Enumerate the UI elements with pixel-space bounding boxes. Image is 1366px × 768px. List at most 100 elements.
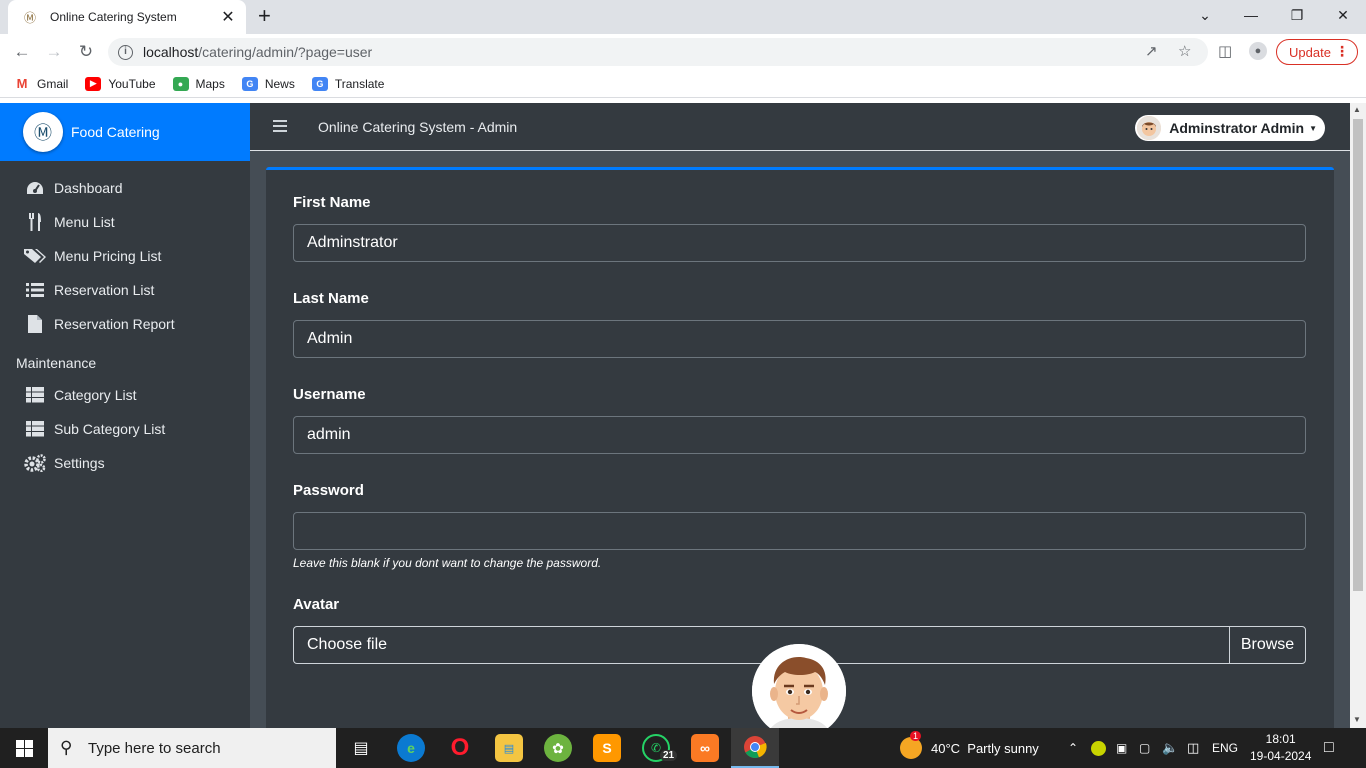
chrome-taskbar-button[interactable]	[731, 728, 779, 768]
new-tab-icon[interactable]: +	[258, 5, 271, 27]
username-input[interactable]: admin	[293, 416, 1306, 454]
brand-link[interactable]: Ⓜ Food Catering	[0, 103, 250, 161]
language-indicator[interactable]: ENG	[1212, 728, 1238, 768]
url-input[interactable]: i localhost/catering/admin/?page=user	[108, 38, 1208, 66]
windows-start-icon[interactable]	[16, 740, 33, 757]
sidebar-item-menu-list[interactable]: Menu List	[0, 205, 250, 239]
opera-icon[interactable]: O	[446, 734, 474, 762]
bookmark-star-icon[interactable]: ☆	[1178, 42, 1191, 60]
tags-icon	[24, 247, 46, 265]
sidebar-item-settings[interactable]: Settings	[0, 446, 250, 480]
bookmark-label: YouTube	[108, 76, 156, 91]
browse-button[interactable]: Browse	[1229, 627, 1305, 663]
file-icon	[24, 315, 46, 333]
browser-tab-bar: Ⓜ Online Catering System ✕ + ⌄ — ❐ ✕	[0, 0, 1366, 34]
sidebar-item-label: Reservation Report	[54, 316, 175, 332]
password-label: Password	[293, 482, 364, 499]
sidebar-item-label: Sub Category List	[54, 421, 166, 437]
caret-down-icon: ▼	[1309, 123, 1317, 133]
cogs-icon	[24, 454, 46, 472]
profile-icon[interactable]: ●	[1249, 42, 1267, 60]
display-icon[interactable]: ▢	[1139, 728, 1150, 768]
user-name: Adminstrator Admin	[1169, 120, 1305, 136]
update-label: Update	[1289, 44, 1331, 60]
sidebar-item-label: Menu Pricing List	[54, 248, 162, 264]
window-close-icon[interactable]: ✕	[1320, 0, 1366, 30]
bookmark-gmail[interactable]: M Gmail	[14, 76, 69, 91]
sidebar-item-reservation-report[interactable]: Reservation Report	[0, 307, 250, 341]
network-icon[interactable]: ◫	[1187, 728, 1199, 768]
user-form-card: First Name Adminstrator Last Name Admin …	[266, 167, 1334, 728]
first-name-input[interactable]: Adminstrator	[293, 224, 1306, 262]
maps-icon: ●	[172, 76, 189, 91]
search-icon: ⚲	[60, 738, 73, 757]
news-icon: G	[241, 76, 258, 91]
update-button[interactable]: Update ⋮	[1276, 39, 1358, 65]
bookmark-news[interactable]: G News	[241, 76, 295, 91]
scroll-down-icon[interactable]: ▼	[1353, 715, 1361, 724]
bookmark-label: Maps	[195, 76, 225, 91]
back-icon[interactable]: ←	[10, 40, 34, 64]
user-dropdown[interactable]: Adminstrator Admin ▼	[1135, 115, 1325, 141]
top-navbar: Online Catering System - Admin Adminstra…	[250, 103, 1350, 151]
whatsapp-badge: 21	[660, 750, 678, 761]
notifications-icon[interactable]: □	[1324, 728, 1334, 768]
sidebar-item-dashboard[interactable]: Dashboard	[0, 171, 250, 205]
password-input[interactable]	[293, 512, 1306, 550]
username-label: Username	[293, 386, 366, 403]
meet-now-icon[interactable]: ▣	[1116, 728, 1127, 768]
sidebar-item-label: Menu List	[54, 214, 115, 230]
bookmark-label: Gmail	[37, 76, 69, 91]
weather-widget[interactable]: 1 40°C Partly sunny	[900, 728, 1039, 768]
taskbar-search-input[interactable]: ⚲ Type here to search	[48, 728, 336, 768]
sublime-text-icon[interactable]: S	[593, 734, 621, 762]
tray-app-icon[interactable]	[1091, 728, 1106, 768]
maximize-icon[interactable]: ❐	[1274, 0, 1320, 30]
clock-date: 19-04-2024	[1250, 749, 1312, 763]
sidebar-item-category-list[interactable]: Category List	[0, 378, 250, 412]
tab-close-icon[interactable]: ✕	[220, 7, 236, 27]
edge-icon[interactable]: e	[397, 734, 425, 762]
xampp-icon[interactable]: ∞	[691, 734, 719, 762]
file-placeholder: Choose file	[307, 636, 388, 653]
share-icon[interactable]: ↗	[1145, 42, 1158, 60]
brand-text: Food Catering	[71, 124, 160, 140]
bookmark-label: Translate	[334, 76, 385, 91]
browser-tab[interactable]: Ⓜ Online Catering System ✕	[8, 0, 246, 34]
bookmark-maps[interactable]: ● Maps	[172, 76, 225, 91]
scroll-thumb[interactable]	[1353, 119, 1363, 591]
volume-icon[interactable]: 🔈	[1162, 728, 1178, 768]
sidebar: Ⓜ Food Catering Dashboard Menu List Menu…	[0, 103, 250, 728]
search-placeholder: Type here to search	[88, 739, 221, 757]
th-list-icon	[24, 420, 46, 438]
show-hidden-icons-icon[interactable]: ⌃	[1068, 728, 1078, 768]
tab-search-icon[interactable]: ⌄	[1182, 0, 1228, 30]
catering-logo-icon: Ⓜ	[23, 112, 63, 152]
scroll-up-icon[interactable]: ▲	[1353, 105, 1361, 114]
task-view-icon[interactable]: ▤	[347, 734, 375, 762]
bookmarks-bar: M Gmail ▶ YouTube ● Maps G News G Translate	[0, 70, 1366, 98]
bookmark-youtube[interactable]: ▶ YouTube	[85, 76, 156, 91]
sidebar-item-label: Settings	[54, 455, 105, 471]
minimize-icon[interactable]: —	[1228, 0, 1274, 30]
spring-tool-icon[interactable]: ✿	[544, 734, 572, 762]
app-viewport: Ⓜ Food Catering Dashboard Menu List Menu…	[0, 103, 1350, 728]
sidebar-item-sub-category-list[interactable]: Sub Category List	[0, 412, 250, 446]
catering-favicon-icon: Ⓜ	[23, 10, 36, 25]
sidebar-item-menu-pricing-list[interactable]: Menu Pricing List	[0, 239, 250, 273]
sidebar-item-reservation-list[interactable]: Reservation List	[0, 273, 250, 307]
avatar	[1137, 116, 1162, 140]
forward-icon[interactable]: →	[42, 40, 66, 64]
hamburger-menu-icon[interactable]	[273, 120, 287, 132]
clock[interactable]: 18:01 19-04-2024	[1250, 728, 1311, 768]
reload-icon[interactable]: ↻	[74, 40, 98, 64]
list-icon	[24, 281, 46, 299]
side-panel-icon[interactable]: ◫	[1218, 42, 1232, 60]
whatsapp-icon[interactable]: ✆ 21	[642, 734, 678, 762]
page-scrollbar[interactable]: ▲ ▼	[1350, 103, 1366, 728]
youtube-icon: ▶	[85, 76, 102, 91]
file-explorer-icon[interactable]: ▤	[495, 734, 523, 762]
bookmark-translate[interactable]: G Translate	[311, 76, 385, 91]
site-info-icon[interactable]: i	[118, 44, 133, 60]
last-name-input[interactable]: Admin	[293, 320, 1306, 358]
